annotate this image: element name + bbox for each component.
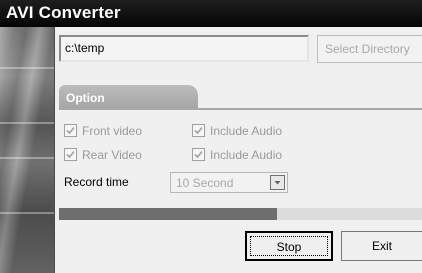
chevron-down-icon	[274, 181, 281, 185]
check-mark-icon	[66, 150, 75, 159]
checkbox-box	[64, 148, 77, 161]
front-video-label: Front video	[82, 124, 143, 138]
checkbox-box	[192, 148, 205, 161]
select-directory-label: Select Directory	[325, 42, 410, 56]
rear-include-audio-label: Include Audio	[210, 148, 283, 162]
title-bar[interactable]: AVI Converter	[0, 0, 422, 27]
progress-fill	[59, 208, 277, 220]
front-include-audio-label: Include Audio	[210, 124, 283, 138]
record-time-value: 10 Second	[176, 176, 234, 190]
directory-path-value: c:\temp	[65, 41, 105, 55]
select-directory-button[interactable]: Select Directory	[317, 35, 422, 63]
check-mark-icon	[194, 150, 203, 159]
tab-option[interactable]: Option	[59, 85, 198, 109]
option-tab-underline	[59, 108, 422, 110]
checkbox-box	[192, 124, 205, 137]
record-time-label: Record time	[64, 175, 129, 189]
avi-converter-window: AVI Converter c:\temp Select Directory O…	[0, 0, 422, 273]
decorative-side-image	[0, 27, 55, 273]
dropdown-button[interactable]	[270, 175, 285, 190]
record-time-select[interactable]: 10 Second	[170, 172, 288, 193]
front-include-audio-checkbox[interactable]: Include Audio	[192, 124, 282, 138]
directory-path-field[interactable]: c:\temp	[59, 35, 309, 62]
checkbox-box	[64, 124, 77, 137]
front-video-checkbox[interactable]: Front video	[64, 124, 142, 138]
exit-button[interactable]: Exit	[341, 231, 422, 261]
window-title: AVI Converter	[6, 3, 121, 22]
rear-video-checkbox[interactable]: Rear Video	[64, 148, 142, 162]
rear-video-label: Rear Video	[82, 148, 142, 162]
check-mark-icon	[66, 126, 75, 135]
stop-button[interactable]: Stop	[245, 231, 333, 261]
conversion-progress-bar	[59, 208, 422, 220]
exit-button-label: Exit	[371, 239, 392, 253]
rear-include-audio-checkbox[interactable]: Include Audio	[192, 148, 282, 162]
tab-option-label: Option	[66, 91, 105, 105]
stop-button-label: Stop	[276, 240, 302, 254]
check-mark-icon	[194, 126, 203, 135]
